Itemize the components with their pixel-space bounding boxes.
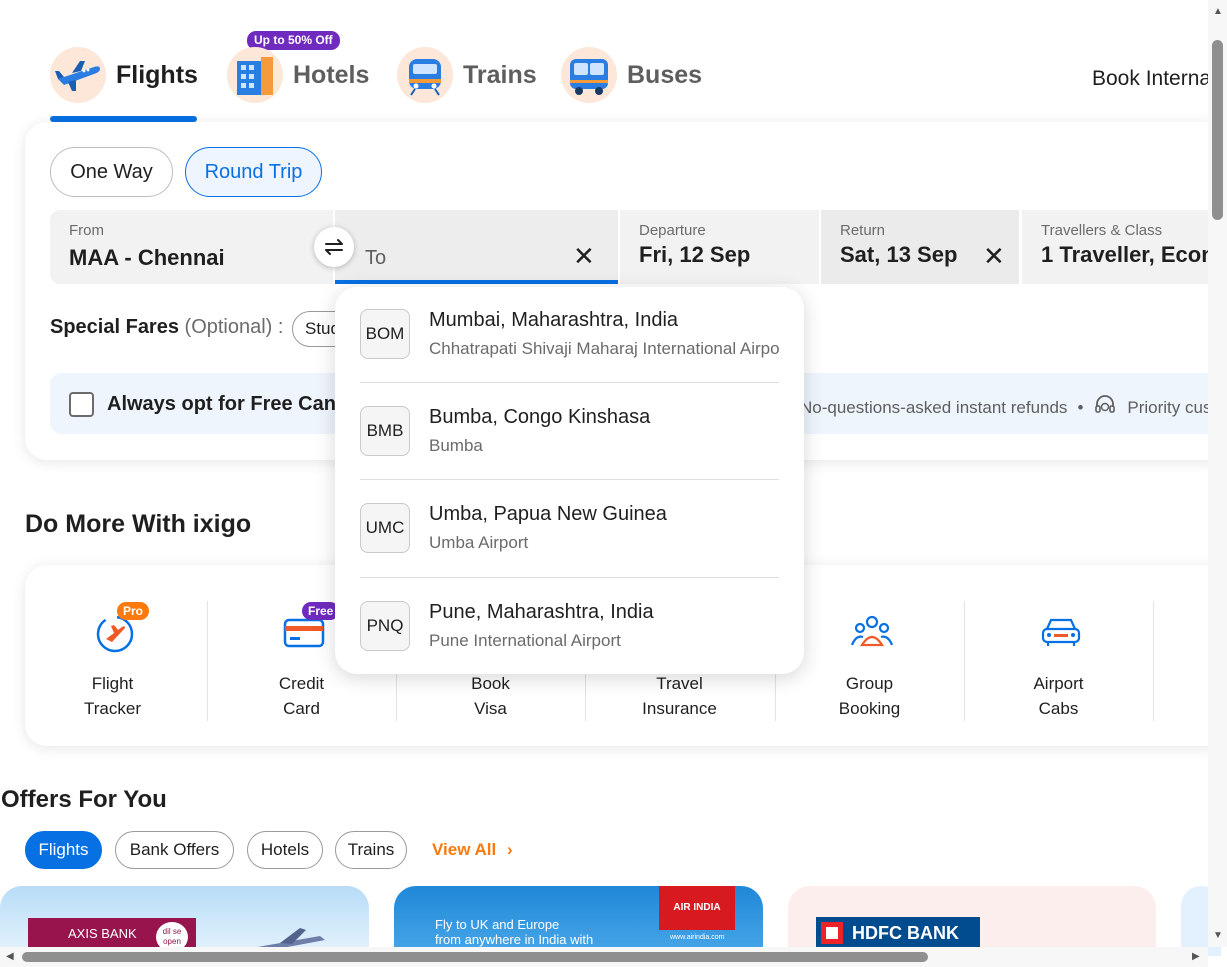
to-input[interactable] <box>365 247 565 270</box>
service-label: Flight Tracker <box>84 674 141 718</box>
special-fares-optional: (Optional) : <box>184 316 284 338</box>
air-india-url: www.airindia.com <box>670 934 725 941</box>
airplane-icon <box>50 47 106 103</box>
airport-code: PNQ <box>360 601 410 651</box>
hdfc-mark-icon <box>821 922 843 944</box>
special-fares-title: Special Fares <box>50 316 179 338</box>
travellers-value: 1 Traveller, Economy <box>1041 242 1208 267</box>
suggestion-airport: Chhatrapati Shivaji Maharaj Internationa… <box>429 339 779 358</box>
special-fares-label: Special Fares (Optional) : <box>50 316 283 339</box>
free-cancellation-benefits: No-questions-asked instant refunds • Pri… <box>800 393 1227 422</box>
divider <box>360 479 779 480</box>
group-icon <box>850 615 894 647</box>
travellers-field[interactable]: Travellers & Class 1 Traveller, Economy <box>1022 210 1208 284</box>
train-icon <box>397 47 453 103</box>
one-way-option[interactable]: One Way <box>50 147 173 197</box>
horizontal-scroll-thumb[interactable] <box>22 952 928 962</box>
vertical-scrollbar[interactable]: ▲ ▼ <box>1208 0 1227 947</box>
suggestion-item[interactable]: BOM Mumbai, Maharashtra, India Chhatrapa… <box>360 287 779 384</box>
scroll-right-icon[interactable]: ▶ <box>1192 951 1200 962</box>
hotel-icon <box>227 47 283 103</box>
view-all-link[interactable]: View All › <box>432 840 513 860</box>
divider <box>1153 601 1154 721</box>
travellers-label: Travellers & Class <box>1041 222 1163 239</box>
bullet-dot: • <box>1077 397 1084 417</box>
suggestion-city: Mumbai, Maharashtra, India <box>429 309 679 331</box>
offer-banner-air-india[interactable]: Fly to UK and Europe from anywhere in In… <box>394 886 763 956</box>
service-label: Travel Insurance <box>642 674 717 718</box>
pro-badge: Pro <box>117 602 150 620</box>
book-international-link[interactable]: Book International <box>1092 67 1227 91</box>
suggestion-airport: Umba Airport <box>429 533 529 552</box>
suggestion-city: Umba, Papua New Guinea <box>429 503 667 525</box>
from-field[interactable]: From MAA - Chennai <box>50 210 333 284</box>
offers-title: Offers For You <box>1 786 167 813</box>
air-india-logo: AIR INDIA <box>659 886 735 930</box>
view-all-label: View All <box>432 840 497 859</box>
tab-buses[interactable]: Buses <box>561 44 702 106</box>
tab-flights[interactable]: Flights <box>50 44 198 106</box>
horizontal-scrollbar[interactable]: ◀ ▶ <box>0 947 1208 967</box>
tab-trains[interactable]: Trains <box>397 44 537 106</box>
suggestion-city: Bumba, Congo Kinshasa <box>429 406 651 428</box>
airport-code: BOM <box>360 309 410 359</box>
service-label: Group Booking <box>838 674 901 718</box>
tab-label: Flights <box>116 60 198 89</box>
divider <box>360 577 779 578</box>
offer-banner-axis[interactable]: AXIS BANK dil se open <box>0 886 369 956</box>
chevron-right-icon: › <box>506 840 513 859</box>
departure-field[interactable]: Departure Fri, 12 Sep <box>620 210 819 284</box>
brand-text: AXIS BANK <box>68 926 137 941</box>
offer-banner-hdfc[interactable]: HDFC BANK <box>788 886 1156 956</box>
suggestion-airport: Pune International Airport <box>429 631 621 650</box>
suggestion-city: Pune, Maharashtra, India <box>429 601 654 623</box>
page: Flights Up to 50% Off Hotels Trains Buse… <box>0 0 1227 967</box>
offer-chip-hotels[interactable]: Hotels <box>247 831 323 869</box>
scroll-left-icon[interactable]: ◀ <box>6 951 14 962</box>
from-value: MAA - Chennai <box>69 245 225 270</box>
airport-code: BMB <box>360 406 410 456</box>
scroll-down-icon[interactable]: ▼ <box>1213 930 1223 941</box>
swap-icon[interactable] <box>314 227 354 267</box>
suggestion-item[interactable]: UMC Umba, Papua New Guinea Umba Airport <box>360 481 779 578</box>
offer-text: Fly to UK and Europe from anywhere in In… <box>435 917 594 947</box>
benefit-refunds: No-questions-asked instant refunds <box>800 397 1068 417</box>
departure-label: Departure <box>639 222 706 239</box>
vertical-scroll-thumb[interactable] <box>1212 40 1223 220</box>
cab-icon <box>1041 618 1081 646</box>
airport-code: UMC <box>360 503 410 553</box>
suggestion-item[interactable]: BMB Bumba, Congo Kinshasa Bumba <box>360 384 779 481</box>
service-label: Book Visa <box>471 674 510 718</box>
tab-label: Trains <box>463 60 537 89</box>
headset-icon <box>1093 393 1117 422</box>
tab-label: Hotels <box>293 60 370 89</box>
scroll-up-icon[interactable]: ▲ <box>1213 6 1223 17</box>
service-label: Airport Cabs <box>1033 674 1084 718</box>
do-more-title: Do More With ixigo <box>25 510 252 538</box>
service-airport-cabs[interactable]: Airport Cabs <box>964 601 1153 721</box>
service-flight-tracker[interactable]: Flight Tracker <box>18 601 207 721</box>
clear-return-icon[interactable]: ✕ <box>983 243 1005 269</box>
tab-label: Buses <box>627 60 703 89</box>
divider <box>360 382 779 383</box>
free-badge: Free <box>302 602 340 620</box>
round-trip-option[interactable]: Round Trip <box>185 147 322 197</box>
return-label: Return <box>840 222 886 239</box>
from-label: From <box>69 222 104 239</box>
suggestion-item[interactable]: PNQ Pune, Maharashtra, India Pune Intern… <box>360 579 779 674</box>
free-cancellation-checkbox[interactable] <box>69 392 94 417</box>
return-field[interactable]: Return Sat, 13 Sep ✕ <box>821 210 1019 284</box>
offer-chip-flights[interactable]: Flights <box>25 831 102 869</box>
offer-chip-trains[interactable]: Trains <box>335 831 407 869</box>
service-label: Credit Card <box>278 674 325 718</box>
departure-value: Fri, 12 Sep <box>639 242 751 267</box>
destination-suggestions: BOM Mumbai, Maharashtra, India Chhatrapa… <box>335 287 804 674</box>
tab-hotels[interactable]: Hotels <box>227 44 369 106</box>
return-value: Sat, 13 Sep <box>840 242 958 267</box>
clear-to-icon[interactable]: ✕ <box>573 243 595 269</box>
bus-icon <box>561 47 617 103</box>
suggestion-airport: Bumba <box>429 436 483 455</box>
offer-chip-bank-offers[interactable]: Bank Offers <box>115 831 234 869</box>
to-field[interactable]: ✕ <box>335 210 618 284</box>
